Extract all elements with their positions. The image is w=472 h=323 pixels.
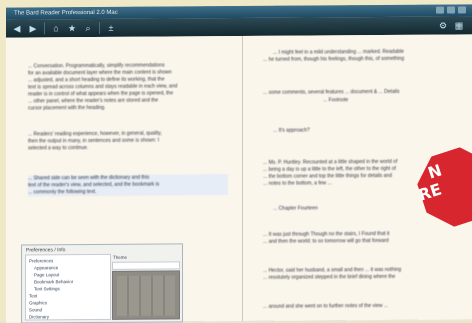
text-line: cursor placement with the heading. [28,104,106,112]
paragraph-3-highlighted: ... Shared side can be seen with the dic… [28,174,228,197]
theme-panel: Theme Default [113,254,179,319]
theme-label: Theme [113,254,128,260]
window-controls [436,6,466,14]
tree-item[interactable]: Preferences [29,258,53,263]
home-icon[interactable]: ⌂ [51,23,61,33]
toolbar-separator [99,21,100,34]
preferences-tree[interactable]: Preferences Appearance Page Layout Bookm… [26,254,110,320]
text-line: selected a way to continue. [28,145,89,152]
text-line: ... the bottom corner and top the little… [263,172,392,180]
theme-preview [113,271,179,319]
text-line: ... around and she went on to further no… [263,302,389,310]
tree-item[interactable]: Text Settings [34,286,60,291]
dialog-title: Preferences / Info [26,247,66,254]
minimize-button[interactable] [436,6,444,14]
back-arrow-icon[interactable]: ◀ [12,24,22,34]
paragraph-2: ... Readers' reading experience, however… [28,130,228,152]
text-line: ... commonly the following text. [28,188,97,196]
text-line: ... and then the world: to so tomorrow w… [263,237,389,245]
zoom-icon[interactable]: ± [106,23,116,33]
tree-item[interactable]: Page Layout [34,272,59,277]
tree-item[interactable]: Text [29,293,37,298]
text-line: ... I might feel in a mild understanding… [273,48,404,56]
bookmark-icon[interactable]: ★ [67,23,77,33]
forward-arrow-icon[interactable]: ▶ [28,23,38,33]
text-line: ... resolutely organized stepped in the … [263,273,396,281]
screenshot-frame: The Bard Reader Professional 2.0 Mac ◀ ▶… [0,0,472,323]
layout-icon[interactable]: ▦ [454,20,464,30]
preferences-dialog: Preferences / Info Preferences Appearanc… [22,244,182,323]
text-line: ... he turned from, though his feelings,… [263,55,405,63]
search-icon[interactable]: ⌕ [83,23,93,33]
tree-item[interactable]: Dictionary [29,314,49,319]
text-line: ... Footnote [323,97,349,104]
chapter-heading: ... Chapter Fourteen [273,205,318,212]
text-line: ... some comments, several features ... … [263,88,400,96]
text-line: ... It's approach? [273,127,310,134]
settings-icon[interactable]: ⚙ [438,21,448,31]
reader-window: The Bard Reader Professional 2.0 Mac ◀ ▶… [6,4,472,323]
text-line: ... notes to the bottom, a few ... [263,180,332,187]
tree-item[interactable]: Bookmark Behavior [34,279,73,284]
theme-select[interactable]: Default [113,262,179,277]
tree-item[interactable]: Appearance [34,265,58,270]
paragraph-1: ... Conversation. Programmatically, simp… [28,62,228,112]
tree-item[interactable]: Sound [29,307,42,312]
text-line: ... being a day is up a little to the le… [263,165,396,173]
close-button[interactable] [458,6,466,14]
maximize-button[interactable] [447,6,455,14]
toolbar-separator [44,22,45,35]
toolbar-right-group: ⚙ ▦ [438,20,464,30]
window-title: The Bard Reader Professional 2.0 Mac [14,9,118,17]
text-line: ... It was just through Though no the st… [263,230,390,238]
tree-item[interactable]: Graphics [29,300,47,305]
